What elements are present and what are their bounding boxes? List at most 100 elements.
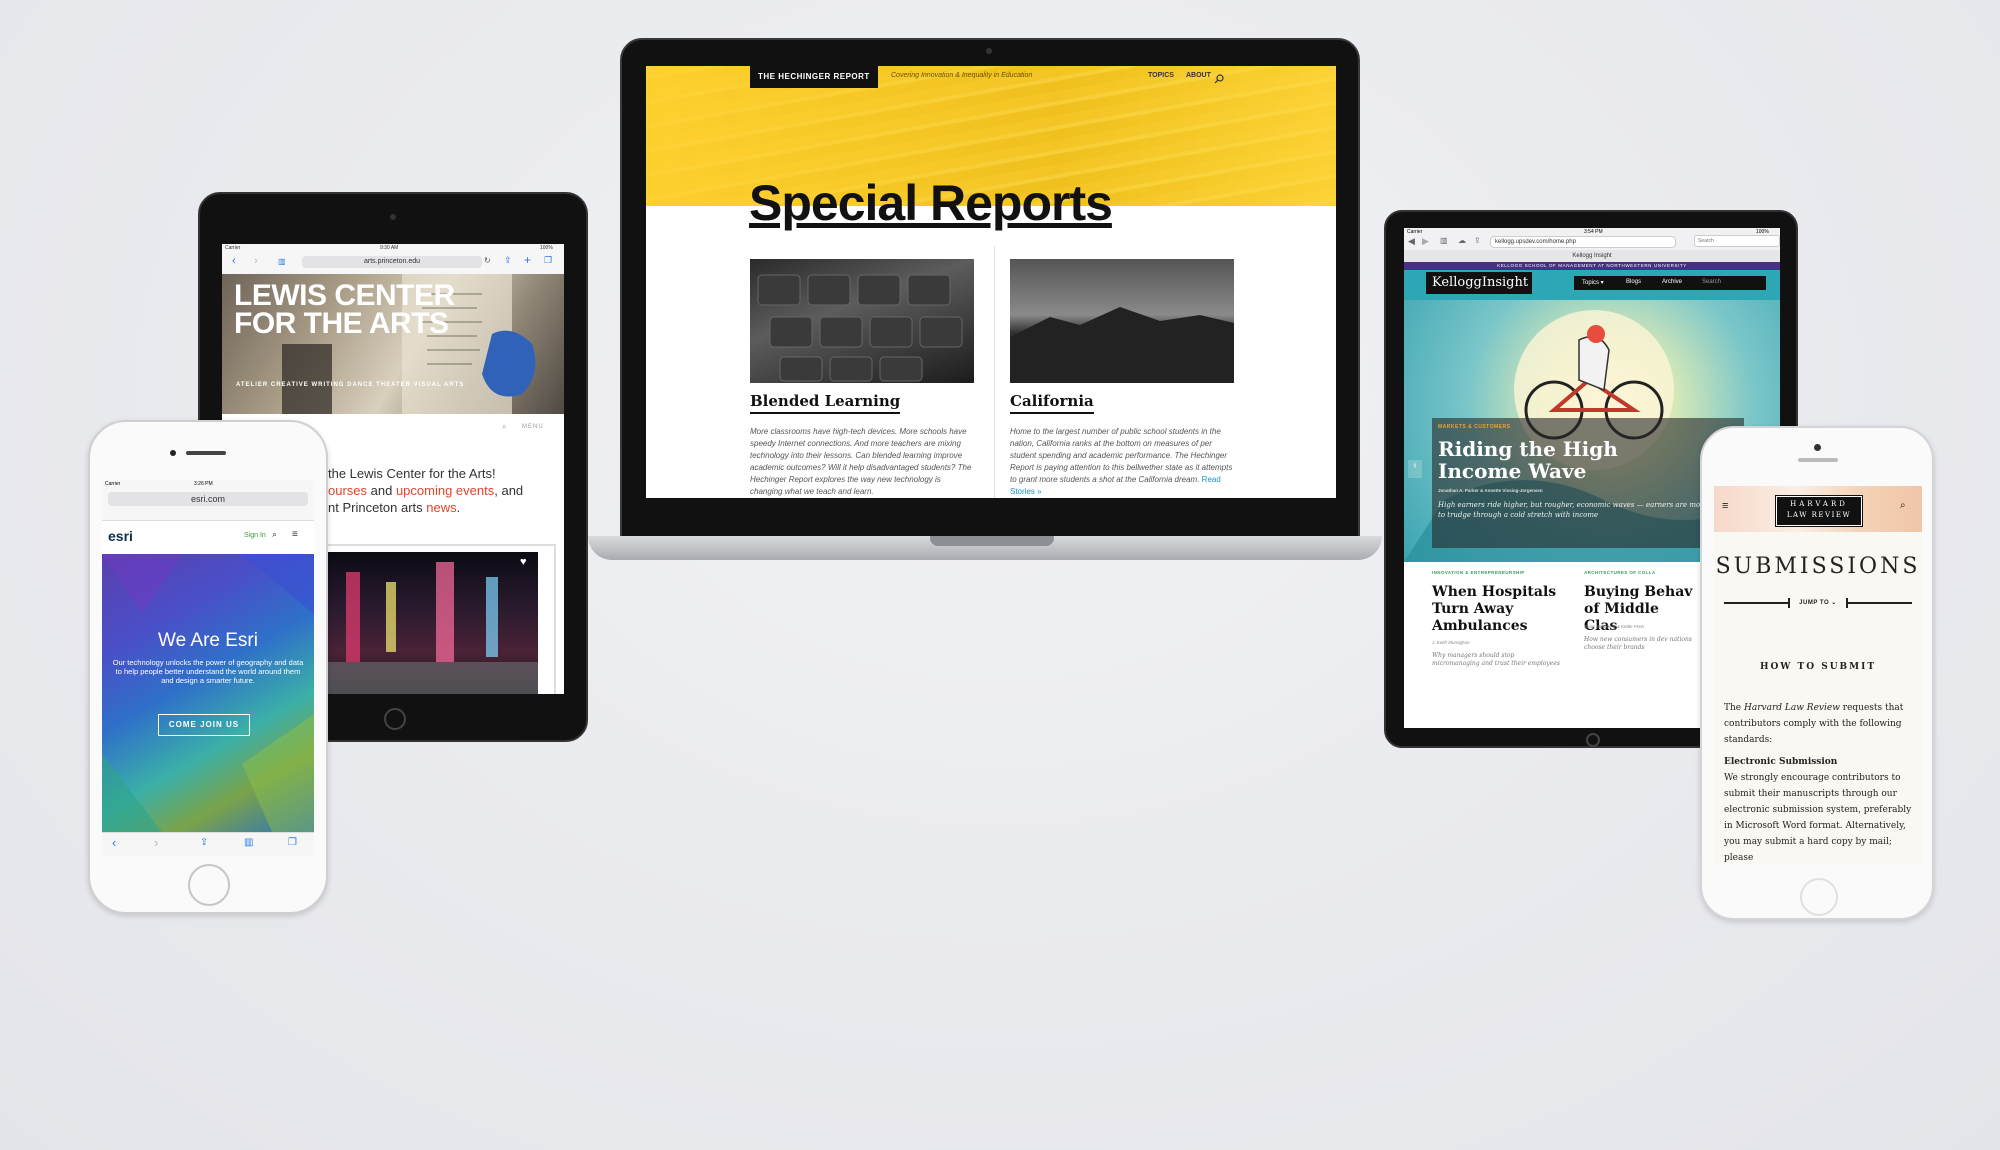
search-icon[interactable]: ⌕: [1900, 500, 1906, 511]
carousel-prev-icon[interactable]: ‹: [1408, 460, 1422, 478]
laptop-frame: THE HECHINGER REPORT Covering Innovation…: [620, 38, 1360, 538]
menu-button[interactable]: MENU: [522, 424, 544, 430]
nav-topics[interactable]: Topics ▾: [1582, 279, 1604, 286]
browser-tab[interactable]: Kellogg Insight: [1404, 250, 1780, 262]
forward-icon[interactable]: ▶: [1422, 236, 1429, 247]
jump-to-dropdown[interactable]: JUMP TO ⌄: [1794, 599, 1842, 606]
site-logo[interactable]: THE HECHINGER REPORT: [750, 66, 878, 88]
story-dek: How new consumers in dev nations choose …: [1584, 636, 1692, 651]
laptop-camera: [986, 48, 992, 54]
card-title-california[interactable]: California: [1010, 392, 1094, 414]
address-bar[interactable]: arts.princeton.edu: [302, 256, 482, 268]
hero-title-line2: FOR THE ARTS: [234, 307, 449, 340]
share-icon[interactable]: ⇪: [200, 837, 208, 848]
tabs-icon[interactable]: ❐: [288, 837, 297, 848]
new-tab-icon[interactable]: +: [524, 253, 531, 267]
nav-blogs[interactable]: Blogs: [1626, 279, 1641, 285]
keyboard-image[interactable]: [750, 259, 974, 383]
sign-in-link[interactable]: Sign In: [244, 532, 266, 539]
landscape-image[interactable]: [1010, 259, 1234, 383]
harvard-law-review-page: ≡ HARVARD LAW REVIEW ⌕ SUBMISSIONS JUMP …: [1714, 486, 1922, 864]
heart-icon[interactable]: ♥: [520, 556, 527, 568]
nav-topics[interactable]: TOPICS: [1148, 72, 1174, 79]
subsection-body: We strongly encourage contributors to su…: [1724, 773, 1912, 863]
tabs-icon[interactable]: ❐: [544, 255, 552, 266]
forward-icon[interactable]: ›: [154, 835, 158, 850]
speaker: [186, 451, 226, 455]
feature-category[interactable]: MARKETS & CUSTOMERS: [1438, 424, 1510, 430]
video-thumbnail[interactable]: ♥: [326, 552, 538, 694]
school-bar: KELLOGG SCHOOL OF MANAGEMENT AT NORTHWES…: [1404, 262, 1780, 270]
browser-toolbar: Carrier 3:54 PM 100% ◀ ▶ ▥ ☁ ⇪ kellogg.u…: [1404, 228, 1780, 263]
bookmarks-icon[interactable]: ▥: [1440, 236, 1448, 245]
intro-line-1: the Lewis Center for the Arts!: [328, 466, 496, 481]
come-join-us-button[interactable]: COME JOIN US: [158, 714, 250, 736]
nav-about[interactable]: ABOUT: [1186, 72, 1211, 79]
esri-header: esri Sign In ⌕ ≡: [108, 526, 308, 548]
home-button[interactable]: [384, 708, 406, 730]
hlr-logo[interactable]: HARVARD LAW REVIEW: [1775, 495, 1863, 527]
esri-logo[interactable]: esri: [108, 528, 133, 544]
bookmarks-icon[interactable]: ▥: [278, 257, 286, 266]
page-title: SUBMISSIONS: [1715, 554, 1921, 579]
nav-archive[interactable]: Archive: [1662, 279, 1682, 285]
forward-icon[interactable]: ›: [254, 255, 258, 267]
nav-search[interactable]: Search: [1702, 279, 1721, 285]
back-icon[interactable]: ◀: [1408, 236, 1415, 247]
laptop-notch: [930, 536, 1054, 546]
hero-body: Our technology unlocks the power of geog…: [112, 658, 304, 685]
hero-background: [102, 554, 314, 832]
courses-link[interactable]: ourses: [328, 483, 367, 498]
subsection-heading: Electronic Submission: [1724, 757, 1838, 767]
browser-toolbar: Carrier 9:30 AM 100% ‹ › ▥ arts.princeto…: [222, 244, 564, 275]
bookmarks-icon[interactable]: ▥: [244, 837, 253, 848]
hero-image: LEWIS CENTER FOR THE ARTS ATELIER CREATI…: [222, 274, 564, 414]
home-button[interactable]: [1586, 733, 1600, 747]
kellogg-logo[interactable]: KelloggInsight: [1426, 272, 1532, 294]
story-category[interactable]: ARCHITECTURES OF COLLA: [1584, 570, 1656, 575]
back-icon[interactable]: ‹: [232, 255, 236, 267]
story-dek: Why managers should stop micromanaging a…: [1432, 652, 1560, 667]
phone-left-frame: Carrier 3:26 PM esri.com esri Sign In ⌕ …: [88, 420, 328, 914]
speaker: [1798, 458, 1838, 462]
story-category[interactable]: INNOVATION & ENTREPRENEURSHIP: [1432, 570, 1525, 575]
story-author: J. Keith Murnighan: [1432, 640, 1470, 645]
hamburger-icon[interactable]: ≡: [292, 529, 298, 540]
card-title-blended-learning[interactable]: Blended Learning: [750, 392, 901, 414]
address-bar[interactable]: kellogg.upsdev.com/home.php: [1490, 236, 1676, 248]
site-nav: Topics ▾ Blogs Archive Search: [1574, 276, 1766, 290]
reload-icon[interactable]: ↻: [484, 256, 491, 265]
feature-authors: Jonathan A. Parker & Annette Vissing-Jor…: [1438, 488, 1543, 493]
hero-title-line1: LEWIS CENTER: [234, 279, 455, 312]
search-icon[interactable]: ⌕: [502, 422, 506, 432]
story-author: Sean Sternberg & Kettle Fenn: [1584, 624, 1645, 629]
story-title[interactable]: When Hospitals Turn Away Ambulances: [1432, 584, 1572, 635]
back-icon[interactable]: ‹: [112, 835, 116, 850]
search-icon[interactable]: ⌕: [272, 529, 277, 540]
hamburger-icon[interactable]: ≡: [1722, 500, 1728, 512]
feature-headline[interactable]: Riding the High Income Wave: [1438, 438, 1678, 482]
address-bar[interactable]: esri.com: [108, 492, 308, 506]
site-tagline: Covering Innovation & Inequality in Educ…: [891, 72, 1033, 79]
intro-paragraph: The Harvard Law Review requests that con…: [1724, 703, 1904, 745]
intro-line-2: ourses and upcoming events, and: [328, 483, 524, 498]
home-button[interactable]: [1800, 878, 1838, 916]
search-input[interactable]: [1694, 235, 1780, 247]
hero-subnav[interactable]: ATELIER CREATIVE WRITING DANCE THEATER V…: [236, 382, 464, 388]
card-body-blended-learning: More classrooms have high-tech devices. …: [750, 427, 972, 496]
section-heading: HOW TO SUBMIT: [1759, 662, 1877, 672]
esri-page: Carrier 3:26 PM esri.com esri Sign In ⌕ …: [102, 480, 314, 856]
hero-headline: We Are Esri: [158, 630, 258, 651]
feature-dek: High earners ride higher, but rougher, e…: [1438, 501, 1729, 519]
home-button[interactable]: [188, 864, 230, 906]
cloud-icon[interactable]: ☁: [1458, 236, 1466, 245]
share-icon[interactable]: ⇪: [504, 255, 512, 266]
share-icon[interactable]: ⇪: [1474, 236, 1481, 245]
news-link[interactable]: news: [426, 500, 456, 515]
upcoming-events-link[interactable]: upcoming events: [396, 483, 494, 498]
card-body-california: Home to the largest number of public sch…: [1010, 427, 1233, 496]
search-icon[interactable]: [1214, 71, 1224, 84]
hechinger-report-page: THE HECHINGER REPORT Covering Innovation…: [646, 66, 1336, 498]
phone-right-frame: ≡ HARVARD LAW REVIEW ⌕ SUBMISSIONS JUMP …: [1700, 426, 1934, 920]
browser-bottom-bar: ‹ › ⇪ ▥ ❐: [102, 832, 314, 856]
